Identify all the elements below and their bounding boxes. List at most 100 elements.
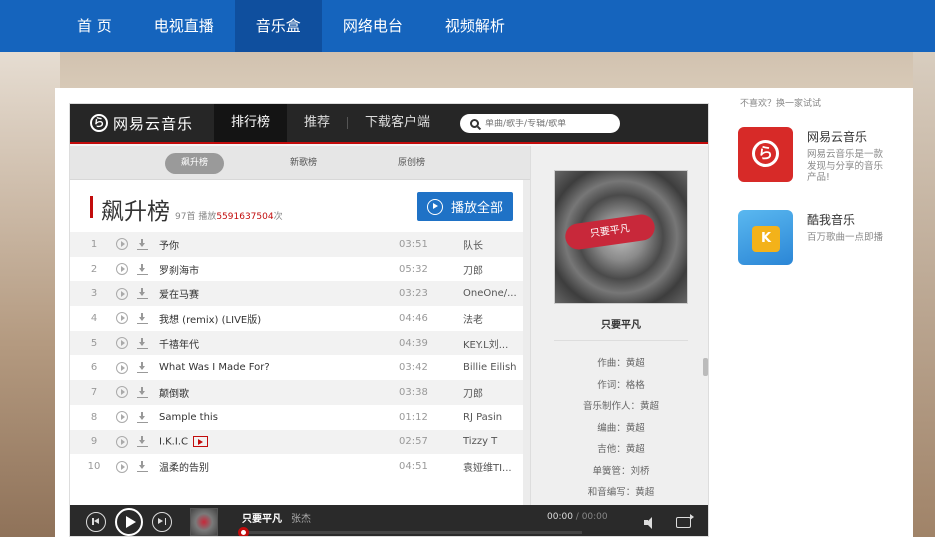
playback-time: 00:00 / 00:00 — [547, 512, 608, 522]
song-duration: 03:38 — [399, 386, 428, 398]
song-duration: 04:51 — [399, 461, 428, 473]
credit-line: 作曲：黄超 — [597, 358, 645, 369]
song-index: 5 — [90, 337, 98, 349]
subtab-rising[interactable]: 飙升榜 — [165, 153, 225, 174]
song-artist[interactable]: RJ Pasin — [463, 412, 519, 423]
count-suffix: 次 — [273, 212, 283, 222]
download-icon[interactable] — [137, 263, 148, 275]
play-icon[interactable] — [116, 287, 128, 300]
tab-charts[interactable]: 排行榜 — [214, 104, 288, 142]
song-name[interactable]: 罗刹海市 — [159, 262, 399, 277]
play-icon[interactable] — [116, 386, 128, 399]
tab-download-client[interactable]: 下载客户端 — [348, 104, 447, 142]
song-artist[interactable]: OneOne/... — [463, 288, 519, 299]
play-icon[interactable] — [116, 337, 128, 350]
song-name[interactable]: I.K.I.C — [159, 436, 399, 448]
table-row[interactable]: 4 我想 (remix) (LIVE版) 04:46 法老 — [70, 306, 523, 331]
song-duration: 04:39 — [399, 337, 428, 349]
play-icon[interactable] — [116, 312, 128, 325]
song-duration: 03:42 — [399, 362, 428, 374]
table-row[interactable]: 8 Sample this 01:12 RJ Pasin — [70, 405, 523, 430]
song-rows: 1 予你 03:51 队长 2 罗刹海市 05:32 刀郎 3 爱在马赛 03:23 OneOne… — [70, 232, 523, 479]
download-icon[interactable] — [137, 461, 148, 473]
page-scrollbar-thumb[interactable] — [703, 358, 708, 376]
music-player: ら 网易云音乐 排行榜 推荐 下载客户端 飙升榜 新歌榜 原创榜 飙升榜 97首… — [69, 103, 709, 537]
play-icon[interactable] — [116, 263, 128, 276]
song-name[interactable]: 千禧年代 — [159, 336, 399, 351]
nav-radio[interactable]: 网络电台 — [322, 0, 424, 52]
playback-bar: 只要平凡 张杰 00:00 / 00:00 — [70, 505, 708, 536]
song-artist[interactable]: 刀郎 — [463, 262, 519, 277]
search-input[interactable] — [485, 118, 605, 129]
credit-line: 和音编写：黄超 — [587, 487, 655, 498]
now-playing-thumbnail[interactable] — [190, 507, 218, 536]
table-row[interactable]: 9 I.K.I.C 02:57 Tizzy T — [70, 429, 523, 455]
song-artist[interactable]: 袁娅维TI... — [463, 459, 519, 474]
nav-music-box[interactable]: 音乐盒 — [234, 0, 322, 52]
song-name[interactable]: 温柔的告别 — [159, 459, 399, 474]
subtab-new[interactable]: 新歌榜 — [274, 153, 333, 174]
song-name[interactable]: 我想 (remix) (LIVE版) — [159, 311, 399, 326]
table-row[interactable]: 5 千禧年代 04:39 KEY.L刘... — [70, 330, 523, 356]
switch-app-link[interactable]: 不喜欢？换一家试试 — [740, 96, 910, 109]
nav-home[interactable]: 首 页 — [56, 0, 133, 52]
table-row[interactable]: 7 颠倒歌 03:38 刀郎 — [70, 380, 523, 405]
play-icon[interactable] — [115, 507, 143, 536]
song-artist[interactable]: Billie Eilish — [463, 362, 519, 373]
progress-handle[interactable] — [238, 527, 249, 536]
song-index: 7 — [90, 386, 98, 398]
download-icon[interactable] — [137, 386, 148, 398]
table-row[interactable]: 1 予你 03:51 队长 — [70, 232, 523, 257]
play-icon[interactable] — [116, 361, 128, 374]
list-scrollbar[interactable] — [523, 180, 530, 536]
song-name[interactable]: 予你 — [159, 237, 399, 252]
song-duration: 01:12 — [399, 411, 428, 423]
cover-title: 只要平凡 — [563, 212, 657, 252]
tab-recommend[interactable]: 推荐 — [287, 104, 347, 142]
download-icon[interactable] — [137, 362, 148, 374]
song-name[interactable]: What Was I Made For? — [159, 362, 399, 373]
next-icon[interactable] — [152, 511, 172, 532]
title-accent-bar — [90, 196, 93, 218]
play-icon[interactable] — [116, 460, 128, 473]
table-row[interactable]: 10 温柔的告别 04:51 袁娅维TI... — [70, 454, 523, 479]
play-icon[interactable] — [116, 435, 128, 448]
loop-icon[interactable] — [676, 514, 694, 528]
download-icon[interactable] — [137, 238, 148, 250]
nav-tv-live[interactable]: 电视直播 — [133, 0, 235, 52]
song-duration: 04:46 — [399, 312, 428, 324]
song-artist[interactable]: 刀郎 — [463, 385, 519, 400]
table-row[interactable]: 3 爱在马赛 03:23 OneOne/... — [70, 281, 523, 307]
nav-video-parse[interactable]: 视频解析 — [424, 0, 526, 52]
song-name[interactable]: 爱在马赛 — [159, 286, 399, 301]
count-prefix: 97首 播放 — [175, 212, 217, 222]
table-row[interactable]: 6 What Was I Made For? 03:42 Billie Eilish — [70, 355, 523, 380]
netease-logo[interactable]: ら 网易云音乐 — [90, 113, 214, 134]
download-icon[interactable] — [137, 411, 148, 423]
search-box[interactable] — [460, 114, 620, 133]
divider — [554, 340, 688, 341]
previous-icon[interactable] — [86, 511, 106, 532]
progress-bar[interactable] — [238, 527, 582, 536]
play-icon[interactable] — [116, 238, 128, 251]
mv-icon[interactable] — [193, 436, 209, 448]
table-row[interactable]: 2 罗刹海市 05:32 刀郎 — [70, 257, 523, 282]
app-description: 网易云音乐是一款发现与分享的音乐产品! — [807, 149, 884, 183]
song-name[interactable]: 颠倒歌 — [159, 385, 399, 400]
song-name[interactable]: Sample this — [159, 412, 399, 423]
song-index: 8 — [90, 411, 98, 423]
download-icon[interactable] — [137, 288, 148, 300]
player-header: ら 网易云音乐 排行榜 推荐 下载客户端 — [70, 104, 708, 144]
song-artist[interactable]: 队长 — [463, 237, 519, 252]
download-icon[interactable] — [137, 312, 148, 324]
song-artist[interactable]: Tizzy T — [463, 436, 519, 447]
download-icon[interactable] — [137, 436, 148, 448]
download-icon[interactable] — [137, 337, 148, 349]
song-artist[interactable]: 法老 — [463, 311, 519, 326]
search-icon[interactable] — [470, 119, 479, 128]
subtab-original[interactable]: 原创榜 — [382, 153, 441, 174]
play-icon[interactable] — [116, 411, 128, 424]
song-artist[interactable]: KEY.L刘... — [463, 336, 519, 351]
volume-icon[interactable] — [644, 517, 658, 529]
play-all-button[interactable]: 播放全部 — [417, 192, 513, 221]
